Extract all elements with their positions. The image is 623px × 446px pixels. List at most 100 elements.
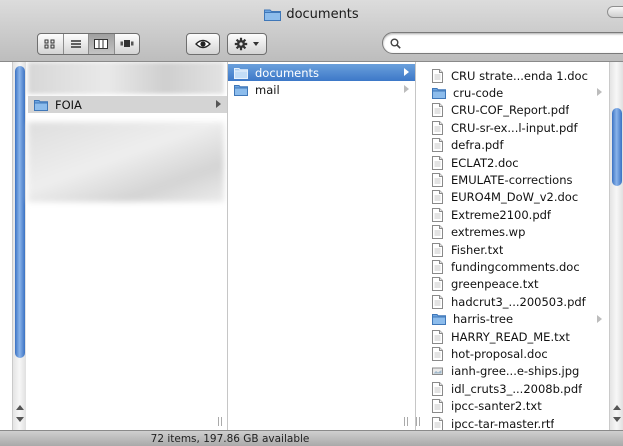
document-icon [432,120,443,135]
file-list-item[interactable]: ianh-gree...e-ships.jpg [416,363,608,380]
file-name: CRU strate...enda 1.doc [451,68,588,83]
blurred-region [28,122,224,202]
coverflow-view-button[interactable] [115,34,140,54]
document-icon [432,172,443,187]
scroll-down-arrow-icon[interactable] [613,417,621,422]
status-text: 72 items, 197.86 GB available [150,432,310,445]
file-list-item[interactable]: hadcrut3_...200503.pdf [416,293,608,310]
file-column: CRU strate...enda 1.doc cru-code CRU-COF_R… [416,62,623,430]
file-name: ianh-gree...e-ships.jpg [451,364,580,379]
eye-icon [195,39,211,49]
column-view-icon [94,39,109,49]
sidebar-scroll-thumb[interactable] [15,66,25,358]
file-name: ECLAT2.doc [451,155,519,170]
file-name: CRU-sr-ex...l-input.pdf [451,120,578,135]
disclosure-arrow-icon [216,100,221,108]
folder-item-mail[interactable]: mail [228,81,415,98]
file-list-item[interactable]: fundingcomments.doc [416,258,608,275]
document-icon [432,225,443,240]
disclosure-arrow-icon [597,88,602,97]
folder-icon [234,67,248,79]
folder-item-label: documents [255,65,320,80]
sidebar-scrollbar[interactable] [12,62,26,430]
document-icon [432,259,443,274]
file-list-item[interactable]: CRU-sr-ex...l-input.pdf [416,119,608,136]
file-name: EMULATE-corrections [451,172,573,187]
file-list-item[interactable]: CRU strate...enda 1.doc [416,67,608,84]
file-name: ipcc-santer2.txt [451,399,542,414]
file-name: hot-proposal.doc [451,346,548,361]
document-icon [432,294,443,309]
quick-look-button[interactable] [186,33,220,55]
folder-icon [432,314,446,326]
action-menu-button[interactable] [227,33,267,55]
scroll-down-arrow-icon[interactable] [16,417,24,422]
document-icon [432,190,443,205]
view-mode-control [37,33,140,55]
file-list-item[interactable]: EMULATE-corrections [416,171,608,188]
document-icon [432,399,443,414]
file-name: ipcc-tar-master.rtf [451,416,555,431]
file-list-item[interactable]: defra.pdf [416,137,608,154]
file-list-item[interactable]: EURO4M_DoW_v2.doc [416,189,608,206]
file-name: HARRY_READ_ME.txt [451,329,570,344]
search-icon [390,38,401,49]
folder-list-item[interactable]: harris-tree [416,311,608,328]
file-list-item[interactable]: Extreme2100.pdf [416,206,608,223]
disclosure-arrow-icon [404,68,409,76]
file-name: fundingcomments.doc [451,259,580,274]
file-list-item[interactable]: Fisher.txt [416,241,608,258]
file-name: CRU-COF_Report.pdf [451,103,570,118]
column-resize-handle[interactable] [416,417,420,426]
scroll-up-arrow-icon[interactable] [613,405,621,410]
file-name: extremes.wp [451,225,526,240]
file-list-item[interactable]: CRU-COF_Report.pdf [416,102,608,119]
file-list-item[interactable]: ECLAT2.doc [416,154,608,171]
file-list-item[interactable]: HARRY_READ_ME.txt [416,328,608,345]
toolbar-toggle-button[interactable] [607,6,623,18]
file-name: EURO4M_DoW_v2.doc [451,190,579,205]
column-resize-handle[interactable] [218,417,222,426]
list-view-button[interactable] [64,34,89,54]
document-icon [432,155,443,170]
file-name: cru-code [453,85,504,100]
file-list-item[interactable]: ipcc-santer2.txt [416,398,608,415]
blurred-region [28,62,224,94]
file-scrollbar[interactable] [609,62,623,430]
file-name: Extreme2100.pdf [451,207,551,222]
column-browser: FOIA documents mail CRU strate...enda 1.… [0,62,623,430]
file-list-item[interactable]: extremes.wp [416,224,608,241]
file-list-item[interactable]: idl_cruts3_...2008b.pdf [416,380,608,397]
file-list-item[interactable]: ipcc-tar-master.rtf [416,415,608,430]
document-icon [432,68,443,83]
file-list-item[interactable]: greenpeace.txt [416,276,608,293]
file-name: Fisher.txt [451,242,504,257]
status-bar: 72 items, 197.86 GB available [0,430,623,446]
file-scroll-thumb[interactable] [612,108,622,186]
folder-item-documents[interactable]: documents [228,64,415,81]
list-view-icon [70,40,81,48]
search-input[interactable] [405,36,623,50]
file-list-item[interactable]: hot-proposal.doc [416,345,608,362]
finder-window: documents FOIA documents mail CRU strate… [0,0,623,446]
folder-icon [432,87,446,99]
file-name: greenpeace.txt [451,277,539,292]
folder-list-item[interactable]: cru-code [416,84,608,101]
column-resize-handle[interactable] [404,417,408,426]
scroll-up-arrow-icon[interactable] [16,405,24,410]
icon-view-button[interactable] [38,34,64,54]
disclosure-arrow-icon [404,85,409,93]
document-icon [432,138,443,153]
file-name: defra.pdf [451,138,504,153]
folder-column: documents mail [228,62,416,430]
column-view-button[interactable] [89,34,115,54]
chevron-down-icon [253,42,259,46]
file-name: idl_cruts3_...2008b.pdf [451,381,583,396]
document-icon [432,381,443,396]
folder-icon [34,99,48,111]
sidebar-item-foia[interactable]: FOIA [28,96,227,113]
toolbar: documents [0,0,623,62]
search-field[interactable] [382,32,623,54]
window-title-text: documents [286,6,359,22]
folder-icon [234,84,248,96]
